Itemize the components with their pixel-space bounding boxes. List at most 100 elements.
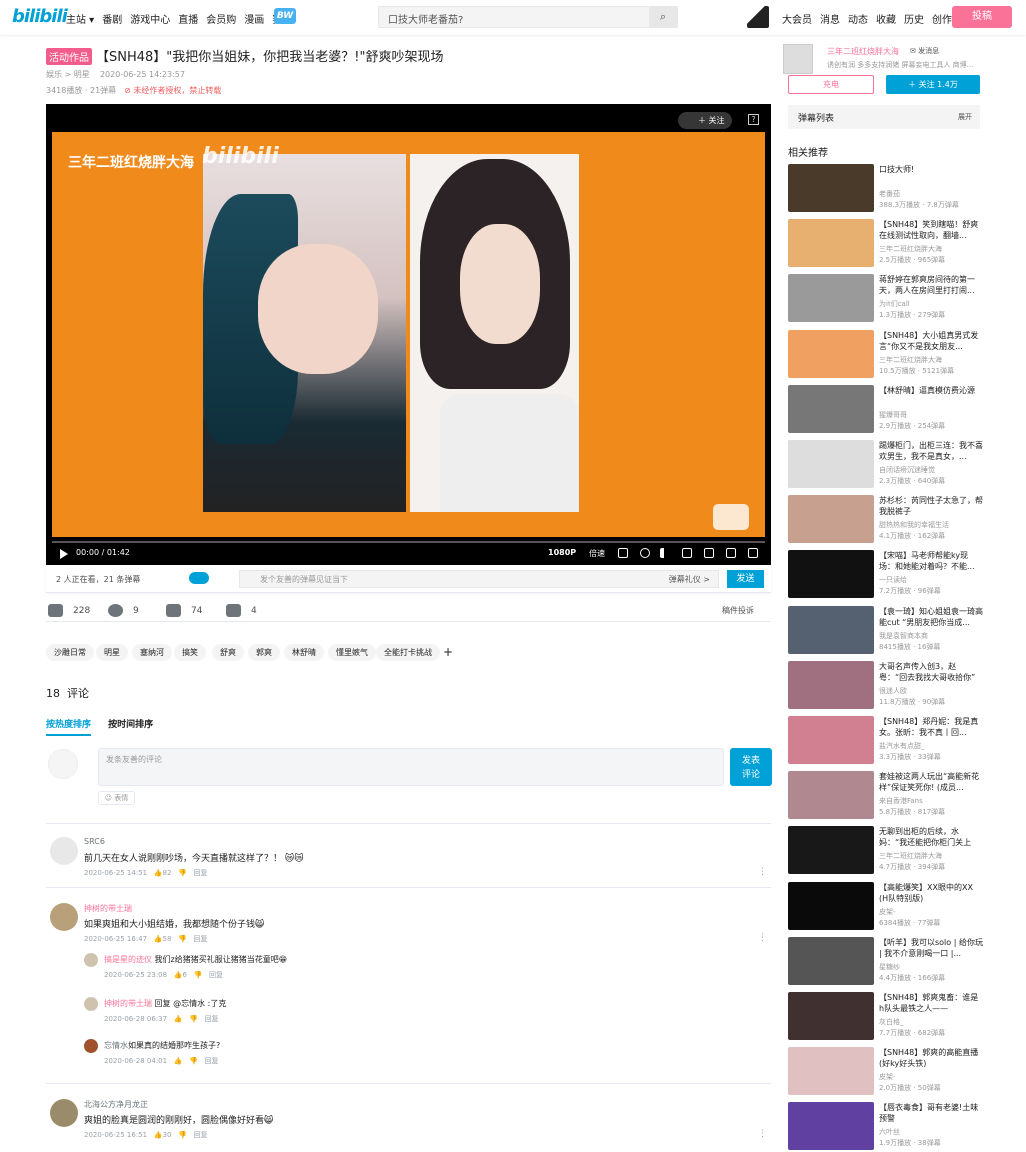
related-video-owner[interactable]: 皮架-: [879, 1072, 896, 1082]
reply-link[interactable]: 回复: [194, 1131, 208, 1139]
related-video-owner[interactable]: 三年二班红烧胖大海: [879, 851, 942, 861]
related-video-item[interactable]: 【高能爆笑】XX眼中的XX (H队特别版) 皮架- 6384播放 · 77弹幕: [788, 881, 983, 932]
related-video-owner[interactable]: 来自香港Fans: [879, 796, 923, 806]
report-link[interactable]: 稿件投诉: [722, 605, 754, 616]
progress-bar[interactable]: [52, 541, 765, 543]
related-video-title[interactable]: 口技大师!: [879, 164, 983, 175]
comment-user[interactable]: 北海公方净月龙正: [84, 1099, 148, 1110]
related-thumbnail[interactable]: [788, 826, 874, 875]
related-thumbnail[interactable]: [788, 274, 874, 323]
danmaku-switch[interactable]: [189, 572, 209, 584]
related-video-owner[interactable]: 一只读给: [879, 575, 907, 585]
more-icon[interactable]: ⋮: [758, 867, 767, 877]
player-follow-button[interactable]: ＋ 关注: [678, 112, 732, 129]
reply-link[interactable]: 回复: [194, 935, 208, 943]
play-icon[interactable]: [60, 549, 68, 559]
comment-avatar[interactable]: [50, 837, 78, 865]
related-video-title[interactable]: 【宋喵】马老师帮能ky现场：和她能对着吗？不能...: [879, 550, 983, 572]
related-thumbnail[interactable]: [788, 1047, 874, 1096]
nav-item-shop[interactable]: 会员购: [206, 11, 236, 26]
volume-icon[interactable]: [660, 548, 670, 558]
related-video-owner[interactable]: 皮架-: [879, 907, 896, 917]
my-avatar[interactable]: [48, 749, 78, 779]
danmaku-send-button[interactable]: 发送: [727, 570, 764, 588]
reply-link[interactable]: 回复: [194, 869, 208, 877]
related-video-item[interactable]: 【袁一琦】知心姐姐袁一琦高能cut “男朋友把你当成... 我是袁智商本商 8415…: [788, 605, 983, 656]
related-video-title[interactable]: 【SNH48】郭爽鬼畜：谁是h队头最铁之人——: [879, 992, 983, 1014]
related-video-owner[interactable]: 灰白格_: [879, 1017, 904, 1027]
related-video-item[interactable]: 【听羊】我可以solo | 给你玩 | 我不介意刚喝一口 |... 星糖纱 4.4万…: [788, 936, 983, 987]
bw-badge-icon[interactable]: BW: [274, 8, 296, 24]
related-thumbnail[interactable]: [788, 936, 874, 985]
related-video-item[interactable]: 【SNH48】郭爽鬼畜：谁是h队头最铁之人—— 灰白格_ 7.7万播放 · 682弹…: [788, 992, 980, 1042]
related-video-title[interactable]: 蒋舒婷在郭爽房间待的第一天，两人在房间里打打闹...: [879, 274, 983, 296]
related-video-item[interactable]: 【SNH48】郭爽的高能直播 (好ky好头铁) 皮架- 2.0万播放 · 50弹幕: [788, 1047, 980, 1097]
related-thumbnail[interactable]: [788, 992, 874, 1040]
submit-comment-button[interactable]: 发表 评论: [730, 748, 772, 786]
tag-item[interactable]: 全能打卡挑战: [376, 644, 440, 661]
upload-button[interactable]: 投稿: [952, 6, 1012, 28]
reply-user[interactable]: 搞是星的迹仪: [104, 955, 152, 964]
reply-avatar[interactable]: [84, 953, 98, 967]
tag-item[interactable]: 舒爽: [212, 644, 244, 661]
tag-item[interactable]: 懂里嫉气: [328, 644, 376, 661]
related-video-item[interactable]: 【SNH48】郑丹妮：我是真女。张昕：我不真丨回... 盐汽水有点甜_ 3.3万播放…: [788, 716, 980, 766]
related-thumbnail[interactable]: [788, 771, 874, 820]
charge-button[interactable]: 充电: [788, 75, 874, 94]
nav-item-live[interactable]: 直播: [178, 11, 198, 26]
related-video-item[interactable]: 套娃被这两人玩出“高能新花样”保证笑死你! (成员... 来自香港Fans 5.8万…: [788, 771, 980, 821]
nav-item-main[interactable]: 主站 ▾: [66, 11, 94, 26]
related-video-item[interactable]: 蒋舒婷在郭爽房间待的第一天，两人在房间里打打闹... 为it们call 1.3万播放…: [788, 274, 980, 324]
comment-likes[interactable]: 58: [163, 935, 172, 943]
tag-item[interactable]: 明星: [96, 644, 128, 661]
nav-item-bangumi[interactable]: 番剧: [102, 11, 122, 26]
widescreen-icon[interactable]: [704, 548, 714, 558]
comment-avatar[interactable]: [50, 1099, 78, 1127]
speed-selector[interactable]: 倍速: [589, 548, 605, 559]
related-video-item[interactable]: 无聊到出柜的后续，水妈：“我还能把你柜门关上吗？” 三年二班红烧胖大海 4.7万播放…: [788, 826, 980, 876]
related-thumbnail[interactable]: [788, 716, 874, 764]
related-thumbnail[interactable]: [788, 550, 874, 599]
related-video-owner[interactable]: 我是袁智商本商: [879, 631, 928, 641]
related-video-owner[interactable]: 为it们call: [879, 299, 910, 309]
related-video-owner[interactable]: 老番茄: [879, 189, 900, 199]
related-video-title[interactable]: 【听羊】我可以solo | 给你玩 | 我不介意刚喝一口 |...: [879, 937, 983, 959]
tag-item[interactable]: 塞纳河: [132, 644, 172, 661]
more-icon[interactable]: ⋮: [758, 1129, 767, 1139]
help-icon[interactable]: ?: [748, 114, 759, 125]
reply-user[interactable]: 抻树的带土瑞: [104, 999, 152, 1008]
related-thumbnail[interactable]: [788, 440, 874, 488]
related-thumbnail[interactable]: [788, 219, 874, 268]
comment-avatar[interactable]: [50, 903, 78, 931]
related-video-item[interactable]: 【SNH48】笑到瞎喵！舒爽在线测试性取向，翻墙... 三年二班红烧胖大海 2.5万…: [788, 219, 980, 269]
search-input[interactable]: 口技大师老番茄?: [388, 11, 463, 26]
related-video-owner[interactable]: 六叶丝: [879, 1127, 900, 1137]
comment-user[interactable]: SRC6: [84, 837, 105, 846]
related-video-item[interactable]: 【宋喵】马老师帮能ky现场：和她能对着吗？不能... 一只读给 7.2万播放 · 9…: [788, 550, 980, 600]
video-frame[interactable]: 三年二班红烧胖大海 bilibili: [52, 132, 765, 537]
related-thumbnail[interactable]: [788, 384, 874, 433]
follow-button[interactable]: ＋ 关注 1.4万: [886, 75, 980, 94]
related-video-title[interactable]: 【SNH48】郭爽的高能直播 (好ky好头铁): [879, 1047, 983, 1069]
quality-selector[interactable]: 1080P: [548, 548, 576, 557]
activity-tag[interactable]: 活动作品: [46, 48, 92, 65]
nav-item-game[interactable]: 游戏中心: [130, 11, 170, 26]
reply-avatar[interactable]: [84, 997, 98, 1011]
related-thumbnail[interactable]: [788, 495, 874, 544]
related-video-title[interactable]: 【林舒晴】逼真模仿费沁源: [879, 385, 983, 396]
related-video-item[interactable]: 踢爆柜门，出柜三连：我不喜欢男生，我不是真女，... 自闭话痨沉迷睡觉 2.3万播放…: [788, 440, 983, 490]
more-icon[interactable]: ⋮: [758, 933, 767, 943]
add-tag-icon[interactable]: +: [443, 645, 453, 659]
related-video-owner[interactable]: 三年二班红烧胖大海: [879, 244, 942, 254]
related-video-title[interactable]: 【SNH48】郑丹妮：我是真女。张昕：我不真丨回...: [879, 716, 983, 738]
related-video-item[interactable]: 【SNH48】大小姐真男式发言“你又不是我女朋友... 三年二班红烧胖大海 10.5…: [788, 329, 980, 380]
reply-user[interactable]: 忘情水: [104, 1041, 128, 1050]
pip-icon[interactable]: [682, 548, 692, 558]
fullscreen-icon[interactable]: [748, 548, 758, 558]
comment-likes[interactable]: 30: [163, 1131, 172, 1139]
user-avatar[interactable]: [747, 6, 769, 28]
related-video-title[interactable]: 【高能爆笑】XX眼中的XX (H队特别版): [879, 882, 983, 904]
danmaku-input[interactable]: 发个友善的弹幕见证当下 弹幕礼仪 >: [239, 570, 719, 588]
nav-vip[interactable]: 大会员: [782, 11, 812, 26]
comment-textarea[interactable]: 发条友善的评论: [98, 748, 724, 786]
